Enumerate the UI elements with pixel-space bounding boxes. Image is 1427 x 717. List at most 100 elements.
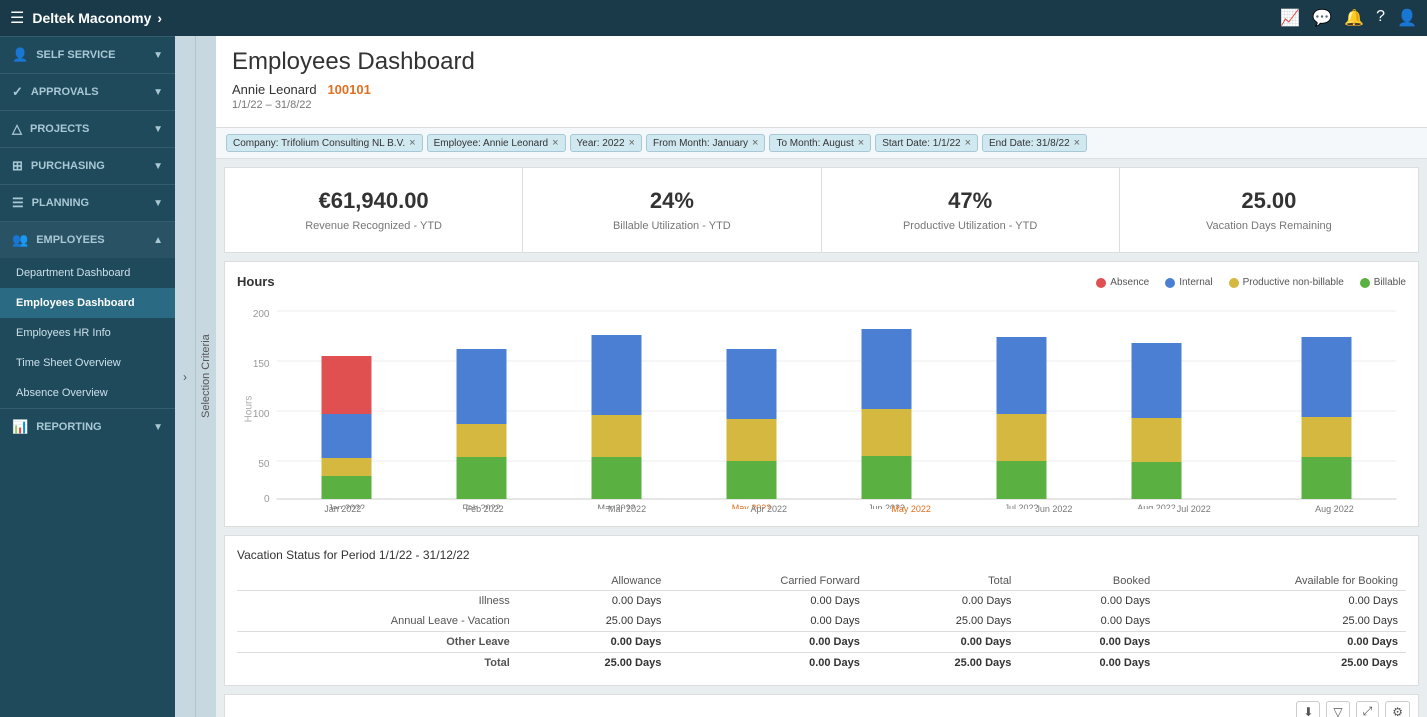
vac-allowance-total: 25.00 Days — [518, 653, 670, 674]
chart-icon[interactable]: 📈 — [1280, 8, 1300, 28]
download-button[interactable]: ⬇ — [1296, 701, 1320, 717]
vac-booked-other: 0.00 Days — [1019, 632, 1158, 653]
sidebar-header-reporting[interactable]: 📊 REPORTING ▼ — [0, 409, 175, 445]
bar-apr-internal — [727, 349, 777, 419]
filter-chip-to-month[interactable]: To Month: August × — [769, 134, 871, 152]
notification-icon[interactable]: 🔔 — [1344, 8, 1364, 28]
sidebar-section-projects: △ PROJECTS ▼ — [0, 110, 175, 147]
sidebar-section-approvals: ✓ APPROVALS ▼ — [0, 73, 175, 110]
employee-id — [320, 82, 324, 97]
chevron-icon: ▼ — [153, 161, 163, 172]
content-area: › Selection Criteria Employees Dashboard… — [175, 36, 1427, 717]
bar-may-productive — [862, 409, 912, 456]
bar-jun-billable — [997, 461, 1047, 499]
filter-chip-start-date[interactable]: Start Date: 1/1/22 × — [875, 134, 978, 152]
sidebar-item-absence-overview[interactable]: Absence Overview — [0, 378, 175, 408]
user-icon[interactable]: 👤 — [1397, 8, 1417, 28]
sidebar-header-purchasing[interactable]: ⊞ PURCHASING ▼ — [0, 148, 175, 184]
sidebar-header-projects[interactable]: △ PROJECTS ▼ — [0, 111, 175, 147]
filter-chip-from-month[interactable]: From Month: January × — [646, 134, 765, 152]
chevron-icon: ▼ — [153, 198, 163, 209]
page-subtitle: Annie Leonard 100101 — [232, 82, 1411, 97]
help-icon[interactable]: ? — [1376, 8, 1385, 28]
table-row: Annual Leave - Vacation 25.00 Days 0.00 … — [237, 611, 1406, 632]
vac-available-illness: 0.00 Days — [1158, 591, 1406, 612]
remove-filter-end-date[interactable]: × — [1074, 137, 1080, 149]
filter-bar: Company: Trifolium Consulting NL B.V. × … — [216, 128, 1427, 159]
selection-criteria-label[interactable]: Selection Criteria — [195, 36, 216, 717]
message-icon[interactable]: 💬 — [1312, 8, 1332, 28]
sidebar-item-employees-dashboard[interactable]: Employees Dashboard — [0, 288, 175, 318]
menu-icon[interactable]: ☰ — [10, 8, 24, 28]
chevron-icon: ▼ — [153, 87, 163, 98]
planning-label: PLANNING — [32, 197, 89, 209]
sidebar-header-planning[interactable]: ☰ PLANNING ▼ — [0, 185, 175, 221]
chevron-icon: ▼ — [153, 124, 163, 135]
bar-mar-productive — [592, 415, 642, 457]
sidebar-header-employees[interactable]: 👥 EMPLOYEES ▲ — [0, 222, 175, 258]
sidebar: 👤 SELF SERVICE ▼ ✓ APPROVALS ▼ △ PROJECT… — [0, 36, 175, 717]
planning-icon: ☰ — [12, 195, 24, 211]
date-range: 1/1/22 – 31/8/22 — [232, 99, 1411, 111]
chart-title: Hours — [237, 274, 275, 289]
top-nav-icons: 📈 💬 🔔 ? 👤 — [1280, 8, 1417, 28]
remove-filter-year[interactable]: × — [629, 137, 635, 149]
remove-filter-start-date[interactable]: × — [965, 137, 971, 149]
remove-filter-company[interactable]: × — [409, 137, 415, 149]
month-jan: Jan 2022 — [324, 504, 361, 514]
data-table-section: ⬇ ▽ ⤢ ⚙ Project No. Project Name Custome… — [224, 694, 1419, 717]
sidebar-item-department-dashboard[interactable]: Department Dashboard — [0, 258, 175, 288]
filter-chip-year[interactable]: Year: 2022 × — [570, 134, 642, 152]
svg-text:Aug 2022: Aug 2022 — [1137, 503, 1176, 509]
vac-col-booked: Booked — [1019, 572, 1158, 591]
page-header: Employees Dashboard Annie Leonard 100101… — [216, 36, 1427, 128]
expand-arrow[interactable]: › — [175, 36, 195, 717]
top-navigation: ☰ Deltek Maconomy › 📈 💬 🔔 ? 👤 — [0, 0, 1427, 36]
remove-filter-employee[interactable]: × — [552, 137, 558, 149]
kpi-productive-label: Productive Utilization - YTD — [838, 220, 1103, 232]
sidebar-item-employees-hr-info[interactable]: Employees HR Info — [0, 318, 175, 348]
bar-jun-productive — [997, 414, 1047, 461]
self-service-icon: 👤 — [12, 47, 28, 63]
vac-carried-illness: 0.00 Days — [669, 591, 868, 612]
vac-carried-total: 0.00 Days — [669, 653, 868, 674]
vac-type-illness: Illness — [237, 591, 518, 612]
vac-available-total: 25.00 Days — [1158, 653, 1406, 674]
filter-chip-company[interactable]: Company: Trifolium Consulting NL B.V. × — [226, 134, 423, 152]
vac-col-carried: Carried Forward — [669, 572, 868, 591]
table-toolbar: ⬇ ▽ ⤢ ⚙ — [225, 695, 1418, 717]
vac-col-total: Total — [868, 572, 1020, 591]
expand-button[interactable]: ⤢ — [1356, 701, 1380, 717]
vac-col-type — [237, 572, 518, 591]
vac-type-total: Total — [237, 653, 518, 674]
month-mar: Mar 2022 — [608, 504, 646, 514]
legend-billable: Billable — [1360, 277, 1406, 288]
remove-filter-from-month[interactable]: × — [752, 137, 758, 149]
reporting-label: REPORTING — [36, 421, 101, 433]
vac-col-available: Available for Booking — [1158, 572, 1406, 591]
vac-available-other: 0.00 Days — [1158, 632, 1406, 653]
month-may: May 2022 — [891, 504, 931, 514]
bar-mar-billable — [592, 457, 642, 499]
bar-jan-productive — [322, 458, 372, 476]
sidebar-header-self-service[interactable]: 👤 SELF SERVICE ▼ — [0, 37, 175, 73]
filter-button[interactable]: ▽ — [1326, 701, 1349, 717]
bar-may-internal — [862, 329, 912, 409]
sidebar-section-employees: 👥 EMPLOYEES ▲ Department Dashboard Emplo… — [0, 221, 175, 408]
settings-button[interactable]: ⚙ — [1385, 701, 1410, 717]
remove-filter-to-month[interactable]: × — [858, 137, 864, 149]
hours-chart-section: Hours Absence Internal Productive non — [224, 261, 1419, 527]
filter-chip-end-date[interactable]: End Date: 31/8/22 × — [982, 134, 1087, 152]
sidebar-item-time-sheet-overview[interactable]: Time Sheet Overview — [0, 348, 175, 378]
vac-type-other: Other Leave — [237, 632, 518, 653]
bar-apr-productive — [727, 419, 777, 461]
bar-jan-absence — [322, 356, 372, 414]
brand-chevron: › — [157, 10, 162, 26]
filter-chip-employee[interactable]: Employee: Annie Leonard × — [427, 134, 566, 152]
sidebar-header-approvals[interactable]: ✓ APPROVALS ▼ — [0, 74, 175, 110]
sidebar-section-planning: ☰ PLANNING ▼ — [0, 184, 175, 221]
bar-may-billable — [862, 456, 912, 499]
svg-text:200: 200 — [253, 309, 270, 320]
vac-total-illness: 0.00 Days — [868, 591, 1020, 612]
kpi-vacation-value: 25.00 — [1136, 188, 1402, 214]
